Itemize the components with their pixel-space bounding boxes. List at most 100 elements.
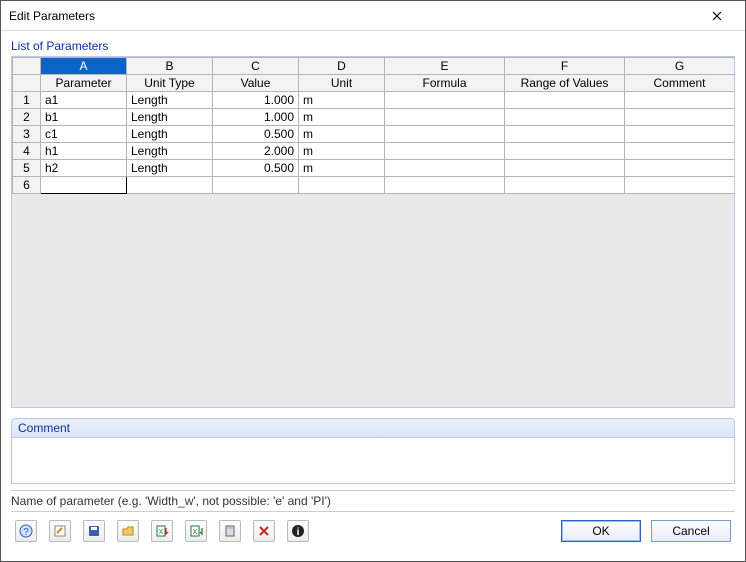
cell-formula[interactable] <box>385 126 505 143</box>
col-letter-d[interactable]: D <box>299 58 385 75</box>
cell-formula[interactable] <box>385 160 505 177</box>
cell-value[interactable]: 1.000 <box>213 92 299 109</box>
cell-unit-type[interactable]: Length <box>127 143 213 160</box>
cell-value[interactable]: 0.500 <box>213 126 299 143</box>
col-formula[interactable]: Formula <box>385 75 505 92</box>
cell-comment[interactable] <box>625 143 735 160</box>
cell-range[interactable] <box>505 160 625 177</box>
cell-value[interactable]: 1.000 <box>213 109 299 126</box>
cell-unit-type[interactable]: Length <box>127 126 213 143</box>
help-button[interactable]: ? <box>15 520 37 542</box>
cell-unit-type[interactable]: Length <box>127 109 213 126</box>
col-comment[interactable]: Comment <box>625 75 735 92</box>
table-row-editing[interactable]: 6 <box>13 177 735 194</box>
excel-export-button[interactable]: X <box>185 520 207 542</box>
cell-range[interactable] <box>505 109 625 126</box>
cell-unit[interactable]: m <box>299 143 385 160</box>
cell[interactable] <box>625 177 735 194</box>
save-button[interactable] <box>83 520 105 542</box>
cell-formula[interactable] <box>385 92 505 109</box>
cell-value[interactable]: 2.000 <box>213 143 299 160</box>
cell-comment[interactable] <box>625 126 735 143</box>
cell[interactable] <box>127 177 213 194</box>
table-row[interactable]: 1a1Length1.000m <box>13 92 735 109</box>
column-letter-row: A B C D E F G <box>13 58 735 75</box>
row-header[interactable]: 2 <box>13 109 41 126</box>
svg-text:X: X <box>193 529 198 536</box>
ok-button[interactable]: OK <box>561 520 641 542</box>
col-letter-g[interactable]: G <box>625 58 735 75</box>
cell-unit[interactable]: m <box>299 92 385 109</box>
excel-import-button[interactable]: X <box>151 520 173 542</box>
cell-parameter-editing[interactable] <box>41 177 127 194</box>
comment-textarea[interactable] <box>11 438 735 484</box>
row-header[interactable]: 6 <box>13 177 41 194</box>
svg-text:?: ? <box>23 527 29 538</box>
window-title: Edit Parameters <box>9 9 95 23</box>
toolbar: ? X X i <box>15 520 309 542</box>
cell[interactable] <box>505 177 625 194</box>
close-icon <box>712 11 722 21</box>
parameters-grid[interactable]: A B C D E F G Parameter Unit Type Value … <box>11 56 735 408</box>
help-icon: ? <box>19 524 33 538</box>
info-button[interactable]: i <box>287 520 309 542</box>
cell-unit-type[interactable]: Length <box>127 92 213 109</box>
cell-comment[interactable] <box>625 109 735 126</box>
table-row[interactable]: 3c1Length0.500m <box>13 126 735 143</box>
grid-corner-2 <box>13 75 41 92</box>
cell-parameter[interactable]: h2 <box>41 160 127 177</box>
row-header[interactable]: 1 <box>13 92 41 109</box>
edit-button[interactable] <box>49 520 71 542</box>
cell-parameter[interactable]: h1 <box>41 143 127 160</box>
cell-comment[interactable] <box>625 92 735 109</box>
row-header[interactable]: 3 <box>13 126 41 143</box>
cancel-button[interactable]: Cancel <box>651 520 731 542</box>
col-letter-a[interactable]: A <box>41 58 127 75</box>
cell-comment[interactable] <box>625 160 735 177</box>
comment-label: Comment <box>11 418 735 438</box>
col-letter-c[interactable]: C <box>213 58 299 75</box>
list-of-parameters-label: List of Parameters <box>11 37 735 56</box>
calculator-button[interactable] <box>219 520 241 542</box>
cell-range[interactable] <box>505 126 625 143</box>
table-row[interactable]: 2b1Length1.000m <box>13 109 735 126</box>
table-row[interactable]: 4h1Length2.000m <box>13 143 735 160</box>
cell-parameter[interactable]: a1 <box>41 92 127 109</box>
cell-formula[interactable] <box>385 109 505 126</box>
grid-corner[interactable] <box>13 58 41 75</box>
cell-range[interactable] <box>505 143 625 160</box>
cell-parameter[interactable]: b1 <box>41 109 127 126</box>
info-icon: i <box>291 524 305 538</box>
calculator-icon <box>223 524 237 538</box>
edit-parameters-dialog: Edit Parameters List of Parameters A B C… <box>0 0 746 562</box>
cell-unit-type[interactable]: Length <box>127 160 213 177</box>
row-header[interactable]: 4 <box>13 143 41 160</box>
close-button[interactable] <box>697 2 737 30</box>
cell-unit[interactable]: m <box>299 160 385 177</box>
cell-value[interactable]: 0.500 <box>213 160 299 177</box>
col-letter-b[interactable]: B <box>127 58 213 75</box>
col-value[interactable]: Value <box>213 75 299 92</box>
svg-text:X: X <box>159 529 164 536</box>
col-unit-type[interactable]: Unit Type <box>127 75 213 92</box>
row-header[interactable]: 5 <box>13 160 41 177</box>
cell-unit[interactable]: m <box>299 126 385 143</box>
cell-range[interactable] <box>505 92 625 109</box>
col-letter-f[interactable]: F <box>505 58 625 75</box>
col-unit[interactable]: Unit <box>299 75 385 92</box>
cell-unit[interactable]: m <box>299 109 385 126</box>
delete-button[interactable] <box>253 520 275 542</box>
open-button[interactable] <box>117 520 139 542</box>
excel-import-icon: X <box>155 524 169 538</box>
save-icon <box>87 524 101 538</box>
cell[interactable] <box>213 177 299 194</box>
open-icon <box>121 524 135 538</box>
col-letter-e[interactable]: E <box>385 58 505 75</box>
table-row[interactable]: 5h2Length0.500m <box>13 160 735 177</box>
cell[interactable] <box>299 177 385 194</box>
cell[interactable] <box>385 177 505 194</box>
col-range[interactable]: Range of Values <box>505 75 625 92</box>
cell-formula[interactable] <box>385 143 505 160</box>
col-parameter[interactable]: Parameter <box>41 75 127 92</box>
cell-parameter[interactable]: c1 <box>41 126 127 143</box>
